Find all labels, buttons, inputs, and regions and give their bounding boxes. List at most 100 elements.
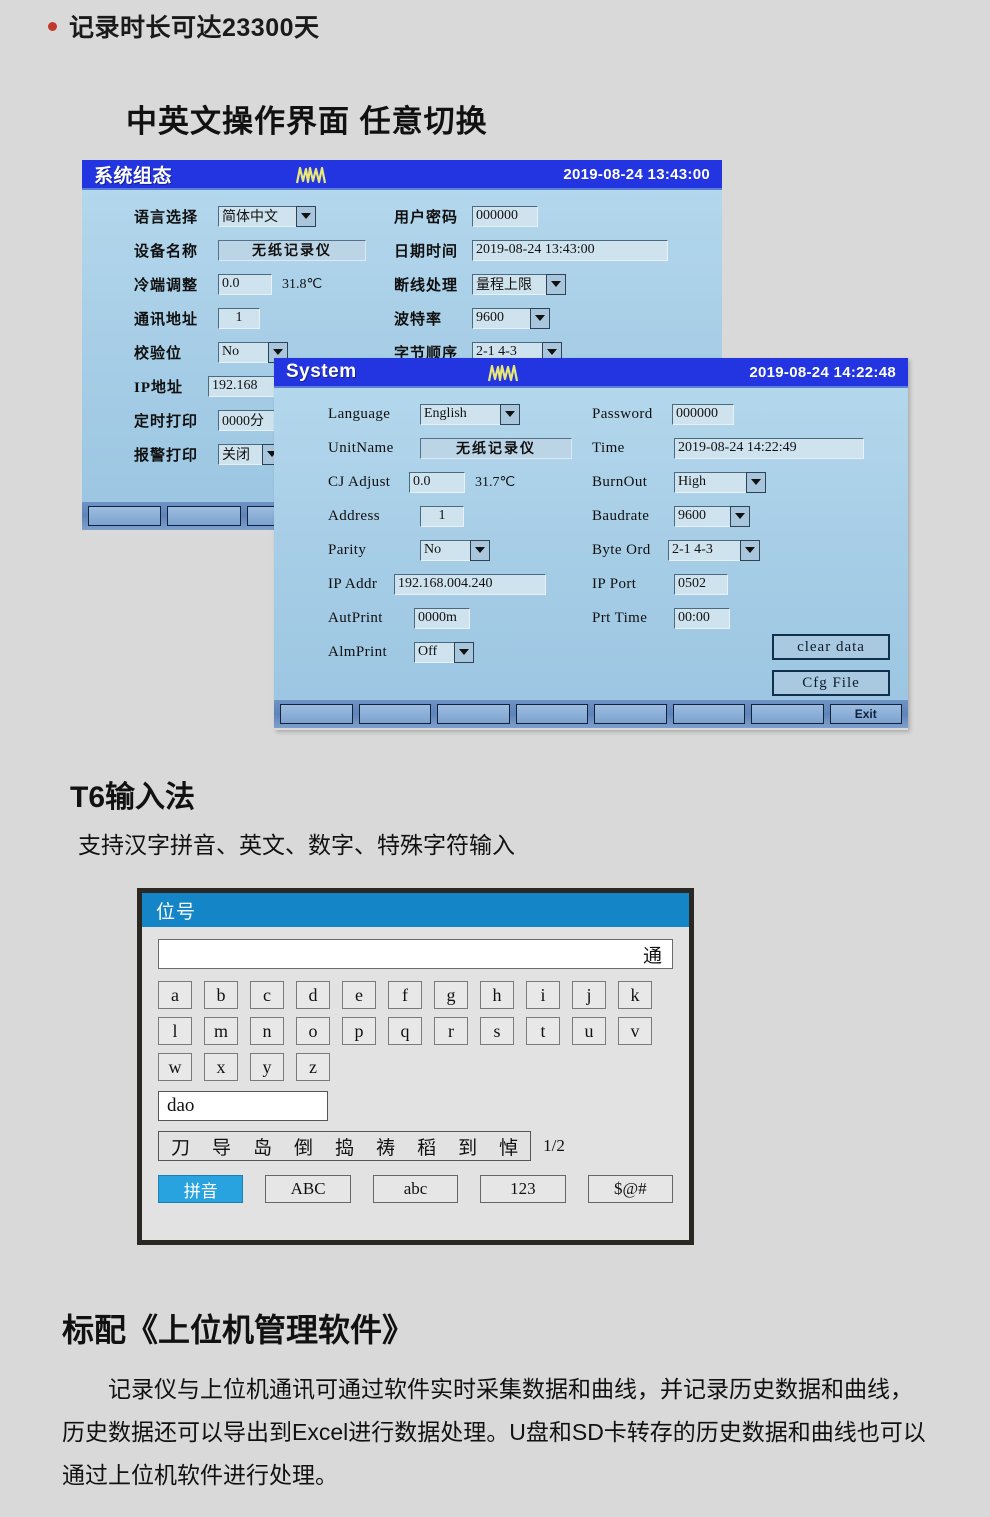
input-password-cn[interactable]: 000000 xyxy=(472,205,538,227)
input-ipport-en[interactable]: 0502 xyxy=(674,573,728,595)
field-byteorder-en[interactable]: Byte Ord 2-1 4-3 xyxy=(592,538,760,562)
chevron-down-icon[interactable] xyxy=(546,273,566,295)
key-o[interactable]: o xyxy=(296,1017,330,1045)
field-datetime-cn[interactable]: 日期时间 2019-08-24 13:43:00 xyxy=(394,238,668,262)
field-burnout-en[interactable]: BurnOut High xyxy=(592,470,766,494)
chevron-down-icon[interactable] xyxy=(454,641,474,663)
candidate-list[interactable]: 刀 导 岛 倒 捣 祷 稻 到 悼 xyxy=(158,1131,532,1161)
chevron-down-icon[interactable] xyxy=(530,307,550,329)
clear-data-button[interactable]: clear data xyxy=(772,634,890,660)
key-f[interactable]: f xyxy=(388,981,422,1009)
key-g[interactable]: g xyxy=(434,981,468,1009)
key-s[interactable]: s xyxy=(480,1017,514,1045)
field-almprint-en[interactable]: AlmPrint Off xyxy=(328,640,474,664)
key-l[interactable]: l xyxy=(158,1017,192,1045)
field-ipport-en[interactable]: IP Port 0502 xyxy=(592,572,728,596)
key-q[interactable]: q xyxy=(388,1017,422,1045)
key-n[interactable]: n xyxy=(250,1017,284,1045)
key-k[interactable]: k xyxy=(618,981,652,1009)
candidate-4[interactable]: 倒 xyxy=(294,1133,313,1160)
field-time-en[interactable]: Time 2019-08-24 14:22:49 xyxy=(592,436,864,460)
footer-key-1[interactable] xyxy=(88,506,162,526)
input-address-en[interactable]: 1 xyxy=(420,505,464,527)
input-ipaddr-en[interactable]: 192.168.004.240 xyxy=(394,573,546,595)
field-prttime-en[interactable]: Prt Time 00:00 xyxy=(592,606,730,630)
footer-key-4[interactable] xyxy=(515,704,588,724)
field-language-en[interactable]: Language English xyxy=(328,402,520,426)
key-t[interactable]: t xyxy=(526,1017,560,1045)
field-autprint-en[interactable]: AutPrint 0000m xyxy=(328,606,470,630)
combo-byteorder-en[interactable]: 2-1 4-3 xyxy=(668,539,760,561)
combo-parity-en[interactable]: No xyxy=(420,539,490,561)
input-cjadjust-cn[interactable]: 0.0 xyxy=(218,273,272,295)
input-time-en[interactable]: 2019-08-24 14:22:49 xyxy=(674,437,864,459)
candidate-7[interactable]: 稻 xyxy=(417,1133,436,1160)
key-w[interactable]: w xyxy=(158,1053,192,1081)
candidate-3[interactable]: 岛 xyxy=(253,1133,272,1160)
input-cjadjust-en[interactable]: 0.0 xyxy=(409,471,465,493)
field-cjadjust-en[interactable]: CJ Adjust 0.0 31.7℃ xyxy=(328,470,515,494)
candidate-6[interactable]: 祷 xyxy=(376,1133,395,1160)
key-a[interactable]: a xyxy=(158,981,192,1009)
pinyin-input[interactable]: dao xyxy=(158,1091,328,1121)
input-prttime-en[interactable]: 00:00 xyxy=(674,607,730,629)
field-parity-en[interactable]: Parity No xyxy=(328,538,490,562)
key-m[interactable]: m xyxy=(204,1017,238,1045)
key-x[interactable]: x xyxy=(204,1053,238,1081)
combo-language-en[interactable]: English xyxy=(420,403,520,425)
mode-pinyin-button[interactable]: 拼音 xyxy=(158,1175,244,1203)
key-p[interactable]: p xyxy=(342,1017,376,1045)
tag-value-input[interactable]: 通 xyxy=(158,939,673,969)
combo-language-cn[interactable]: 简体中文 xyxy=(218,205,316,227)
chevron-down-icon[interactable] xyxy=(296,205,316,227)
field-unitname-en[interactable]: UnitName 无纸记录仪 xyxy=(328,436,572,460)
footer-key-2[interactable] xyxy=(167,506,241,526)
candidate-8[interactable]: 到 xyxy=(458,1133,477,1160)
key-i[interactable]: i xyxy=(526,981,560,1009)
candidate-5[interactable]: 捣 xyxy=(335,1133,354,1160)
footer-key-5[interactable] xyxy=(594,704,667,724)
field-autprint-cn[interactable]: 定时打印 0000分 xyxy=(134,408,284,432)
combo-baudrate-en[interactable]: 9600 xyxy=(674,505,750,527)
field-cjadjust-cn[interactable]: 冷端调整 0.0 31.8℃ xyxy=(134,272,322,296)
field-baudrate-en[interactable]: Baudrate 9600 xyxy=(592,504,750,528)
key-c[interactable]: c xyxy=(250,981,284,1009)
candidate-9[interactable]: 悼 xyxy=(499,1133,518,1160)
chevron-down-icon[interactable] xyxy=(730,505,750,527)
candidate-2[interactable]: 导 xyxy=(212,1133,231,1160)
field-address-en[interactable]: Address 1 xyxy=(328,504,464,528)
combo-burnout-cn[interactable]: 量程上限 xyxy=(472,273,566,295)
combo-almprint-cn[interactable]: 关闭 xyxy=(218,443,282,465)
key-z[interactable]: z xyxy=(296,1053,330,1081)
key-d[interactable]: d xyxy=(296,981,330,1009)
mode-numeric-button[interactable]: 123 xyxy=(480,1175,566,1203)
field-unitname-cn[interactable]: 设备名称 无纸记录仪 xyxy=(134,238,366,262)
input-datetime-cn[interactable]: 2019-08-24 13:43:00 xyxy=(472,239,668,261)
chevron-down-icon[interactable] xyxy=(746,471,766,493)
key-v[interactable]: v xyxy=(618,1017,652,1045)
mode-abc-lower-button[interactable]: abc xyxy=(372,1175,459,1203)
field-language-cn[interactable]: 语言选择 简体中文 xyxy=(134,204,316,228)
chevron-down-icon[interactable] xyxy=(740,539,760,561)
key-y[interactable]: y xyxy=(250,1053,284,1081)
field-password-en[interactable]: Password 000000 xyxy=(592,402,734,426)
mode-symbol-button[interactable]: $@# xyxy=(587,1175,674,1203)
footer-key-7[interactable] xyxy=(751,704,824,724)
chevron-down-icon[interactable] xyxy=(500,403,520,425)
exit-button[interactable]: Exit xyxy=(829,704,902,724)
field-burnout-cn[interactable]: 断线处理 量程上限 xyxy=(394,272,566,296)
input-unitname-en[interactable]: 无纸记录仪 xyxy=(420,437,572,459)
key-j[interactable]: j xyxy=(572,981,606,1009)
candidate-1[interactable]: 刀 xyxy=(171,1133,190,1160)
input-unitname-cn[interactable]: 无纸记录仪 xyxy=(218,239,366,261)
combo-baudrate-cn[interactable]: 9600 xyxy=(472,307,550,329)
input-autprint-en[interactable]: 0000m xyxy=(414,607,470,629)
key-b[interactable]: b xyxy=(204,981,238,1009)
key-h[interactable]: h xyxy=(480,981,514,1009)
combo-almprint-en[interactable]: Off xyxy=(414,641,474,663)
field-baudrate-cn[interactable]: 波特率 9600 xyxy=(394,306,550,330)
field-address-cn[interactable]: 通讯地址 1 xyxy=(134,306,260,330)
key-e[interactable]: e xyxy=(342,981,376,1009)
key-u[interactable]: u xyxy=(572,1017,606,1045)
field-ipaddr-en[interactable]: IP Addr 192.168.004.240 xyxy=(328,572,546,596)
